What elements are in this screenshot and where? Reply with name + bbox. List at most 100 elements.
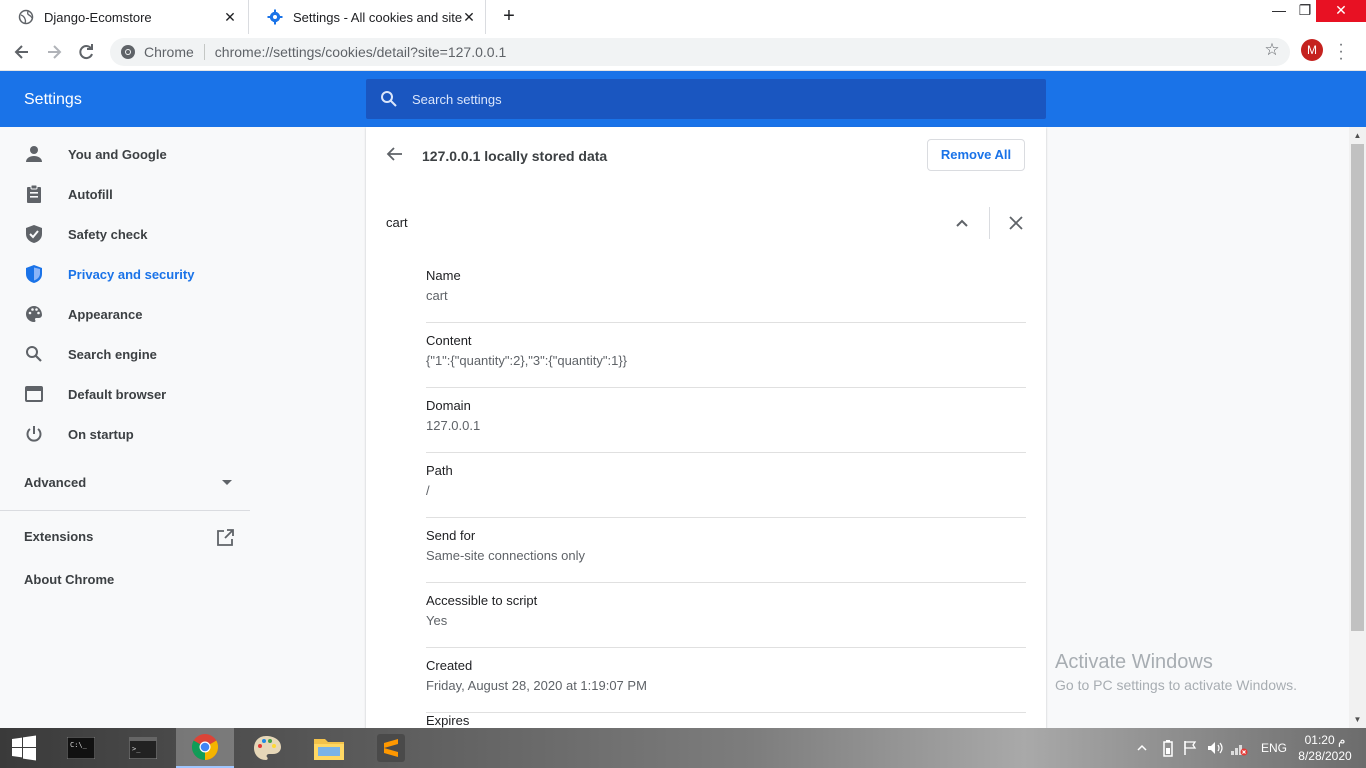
sidebar-divider	[0, 510, 250, 511]
tab-settings[interactable]: Settings - All cookies and site data ✕	[248, 0, 486, 34]
file-explorer-taskbar-icon[interactable]	[300, 728, 358, 768]
clock-date: 8/28/2020	[1298, 749, 1352, 763]
field-label: Send for	[426, 528, 476, 543]
field-label: Accessible to script	[426, 593, 538, 608]
close-tab-icon[interactable]: ✕	[461, 9, 477, 25]
palette-icon	[24, 304, 44, 324]
sidebar-item-appearance[interactable]: Appearance	[0, 294, 250, 334]
paint-taskbar-icon[interactable]	[238, 728, 296, 768]
sidebar-item-autofill[interactable]: Autofill	[0, 174, 250, 214]
field-value: Friday, August 28, 2020 at 1:19:07 PM	[426, 678, 647, 693]
card-header: 127.0.0.1 locally stored data Remove All	[366, 127, 1046, 183]
reload-icon[interactable]	[75, 41, 97, 63]
svg-text:>_: >_	[132, 745, 141, 753]
network-icon[interactable]	[1230, 728, 1248, 768]
more-menu-icon[interactable]: · · ·	[1336, 37, 1346, 67]
sidebar-item-label: Search engine	[68, 346, 157, 362]
field-label: Expires	[426, 713, 470, 728]
window-close-button[interactable]: ✕	[1316, 0, 1366, 22]
site-data-card: 127.0.0.1 locally stored data Remove All…	[366, 127, 1046, 728]
open-in-new-icon	[216, 529, 234, 547]
forward-icon[interactable]	[43, 41, 65, 63]
page-title: Settings	[24, 91, 82, 108]
back-arrow-icon[interactable]	[386, 145, 404, 163]
sidebar-item-about-chrome[interactable]: About Chrome	[24, 572, 234, 592]
remove-all-button[interactable]: Remove All	[927, 139, 1025, 171]
sidebar-item-default-browser[interactable]: Default browser	[0, 374, 250, 414]
field-label: Path	[426, 463, 453, 478]
terminal-taskbar-icon[interactable]: >_	[114, 728, 172, 768]
clipboard-icon	[24, 184, 44, 204]
new-tab-button[interactable]: +	[498, 6, 520, 28]
caret-down-icon	[222, 480, 232, 485]
tab-title: Settings - All cookies and site data	[293, 9, 463, 25]
search-icon	[24, 344, 44, 364]
activate-windows-subtitle: Go to PC settings to activate Windows.	[1055, 677, 1297, 693]
chrome-icon	[120, 44, 136, 60]
language-indicator[interactable]: ENG	[1261, 728, 1287, 768]
power-icon	[24, 424, 44, 444]
clock-time: 01:20 م	[1304, 733, 1346, 747]
field-value: {"1":{"quantity":2},"3":{"quantity":1}}	[426, 353, 628, 368]
field-content: Content {"1":{"quantity":2},"3":{"quanti…	[426, 323, 1026, 388]
sidebar-item-on-startup[interactable]: On startup	[0, 414, 250, 454]
shield-check-icon	[24, 224, 44, 244]
sidebar-item-label: Privacy and security	[68, 266, 195, 282]
volume-icon[interactable]	[1206, 728, 1224, 768]
tab-title: Django-Ecomstore	[44, 9, 152, 25]
field-name: Name cart	[426, 258, 1026, 323]
avatar[interactable]: M	[1301, 39, 1323, 61]
search-settings-box[interactable]	[366, 79, 1046, 119]
field-label: Domain	[426, 398, 471, 413]
globe-icon	[18, 9, 34, 25]
back-icon[interactable]	[11, 41, 33, 63]
windows-taskbar: C:\_ >_ ENG 01:20 م 8/28/2020	[0, 728, 1366, 768]
search-icon	[380, 90, 398, 108]
cmd-taskbar-icon[interactable]: C:\_	[52, 728, 110, 768]
show-hidden-icons[interactable]	[1136, 728, 1148, 768]
url-text[interactable]: chrome://settings/cookies/detail?site=12…	[215, 44, 506, 60]
field-value: /	[426, 483, 430, 498]
svg-text:C:\_: C:\_	[70, 741, 88, 749]
sidebar-item-label: Safety check	[68, 226, 148, 242]
scroll-up-icon[interactable]: ▲	[1349, 127, 1366, 144]
scroll-down-icon[interactable]: ▼	[1349, 711, 1366, 728]
divider	[989, 207, 990, 239]
close-tab-icon[interactable]: ✕	[222, 9, 238, 25]
sidebar-item-you-and-google[interactable]: You and Google	[0, 134, 250, 174]
sidebar-item-label: Default browser	[68, 386, 167, 402]
sidebar-item-extensions[interactable]: Extensions	[24, 529, 234, 549]
windows-start-icon[interactable]	[0, 728, 48, 768]
battery-icon[interactable]	[1162, 728, 1174, 768]
site-chip: Chrome	[144, 44, 205, 60]
browser-toolbar: Chrome chrome://settings/cookies/detail?…	[0, 34, 1366, 71]
field-value: cart	[426, 288, 448, 303]
field-label: Created	[426, 658, 473, 673]
address-bar[interactable]: Chrome chrome://settings/cookies/detail?…	[110, 38, 1290, 66]
page-scrollbar[interactable]: ▲ ▼	[1349, 127, 1366, 728]
shield-icon	[24, 264, 44, 284]
sidebar-item-search-engine[interactable]: Search engine	[0, 334, 250, 374]
chevron-up-icon[interactable]	[952, 213, 972, 233]
search-input[interactable]	[412, 91, 1012, 107]
settings-sidebar: You and Google Autofill Safety check Pri…	[0, 127, 250, 728]
chrome-taskbar-icon[interactable]	[176, 728, 234, 768]
person-icon	[24, 144, 44, 164]
tab-django-ecomstore[interactable]: Django-Ecomstore ✕	[0, 0, 246, 34]
sublime-text-taskbar-icon[interactable]	[362, 728, 420, 768]
sidebar-item-label: On startup	[68, 426, 134, 442]
close-icon[interactable]	[1006, 213, 1026, 233]
tab-strip: Django-Ecomstore ✕ Settings - All cookie…	[0, 0, 1366, 34]
activate-windows-title: Activate Windows	[1055, 651, 1213, 673]
scrollbar-thumb[interactable]	[1351, 144, 1364, 631]
sidebar-item-safety-check[interactable]: Safety check	[0, 214, 250, 254]
flag-icon[interactable]	[1182, 728, 1198, 768]
field-label: Content	[426, 333, 472, 348]
sidebar-item-label: Autofill	[68, 186, 113, 202]
advanced-toggle[interactable]: Advanced	[24, 475, 234, 495]
sidebar-item-privacy-and-security[interactable]: Privacy and security	[0, 254, 250, 294]
bookmark-star-icon[interactable]: ☆	[1262, 40, 1282, 60]
sidebar-item-label: About Chrome	[24, 572, 115, 587]
cookie-name: cart	[386, 215, 408, 230]
clock[interactable]: 01:20 م 8/28/2020	[1290, 732, 1360, 764]
